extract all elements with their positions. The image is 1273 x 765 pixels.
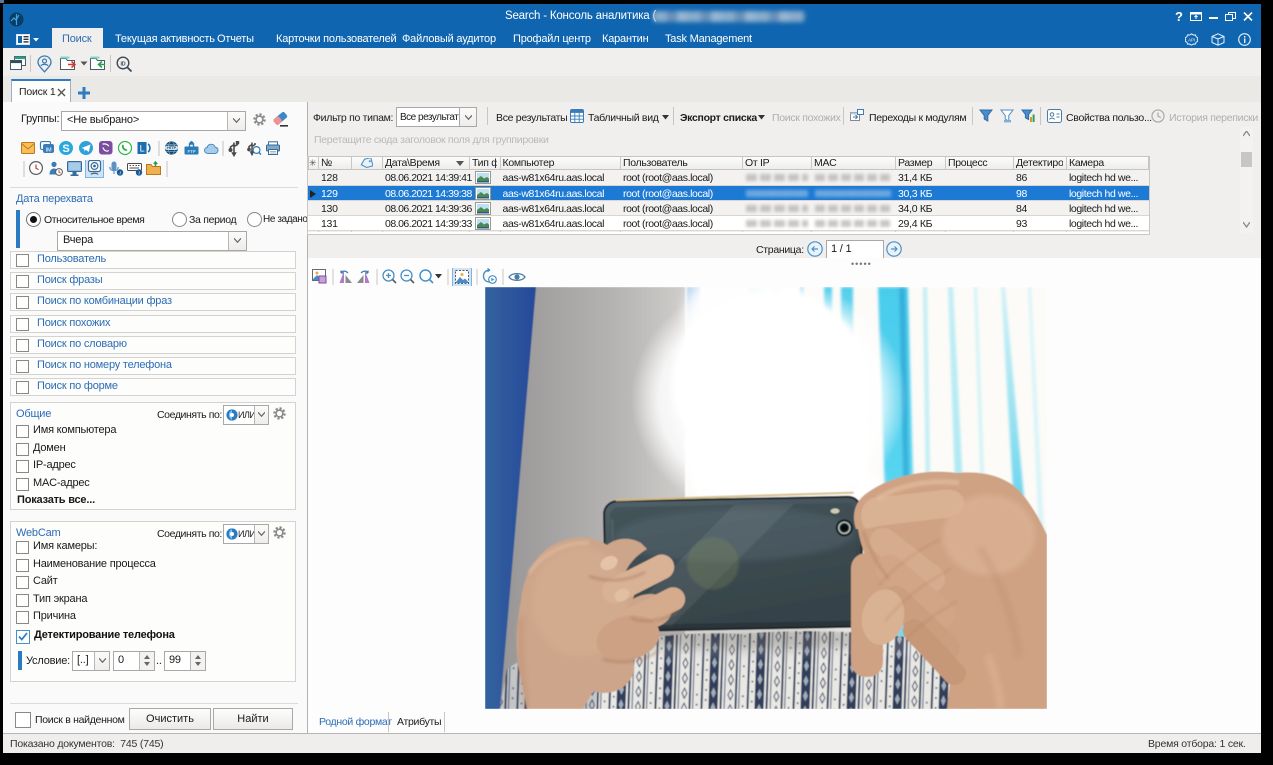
svg-text:ID: ID [121,61,126,67]
svg-text:FTP: FTP [187,149,195,154]
svg-text:S: S [62,143,69,155]
svg-text:API: API [1188,38,1195,43]
svg-text:IM: IM [46,147,52,153]
svg-text:L: L [140,144,145,154]
svg-text:HTTP: HTTP [167,146,176,150]
